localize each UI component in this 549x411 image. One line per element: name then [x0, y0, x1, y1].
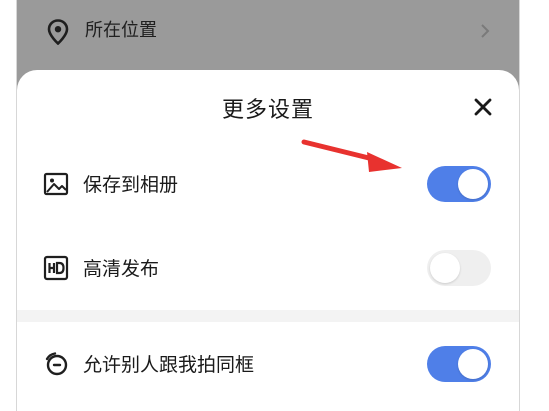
location-row[interactable]: 所在位置 [17, 0, 519, 60]
toggle-knob [458, 169, 488, 199]
hd-publish-toggle[interactable] [427, 250, 491, 286]
section-divider [17, 310, 519, 322]
chevron-right-icon [481, 24, 490, 38]
option-save-to-album: 保存到相册 [17, 153, 519, 213]
toggle-knob [430, 253, 460, 283]
option-label: 保存到相册 [83, 174, 179, 196]
phone-screen: 所在位置 更多设置 保存到相册 高清发布 允许别人跟我拍同框 [17, 0, 519, 411]
option-label: 高清发布 [83, 258, 160, 280]
sheet-title: 更多设置 [221, 98, 314, 123]
image-icon [43, 172, 69, 196]
duet-icon [45, 352, 68, 376]
option-hd-publish: 高清发布 [17, 237, 519, 297]
hd-icon [43, 255, 69, 281]
save-to-album-toggle[interactable] [427, 166, 491, 202]
allow-duet-toggle[interactable] [427, 346, 491, 382]
location-label: 所在位置 [85, 20, 157, 41]
location-pin-icon [47, 19, 69, 45]
toggle-knob [458, 349, 488, 379]
more-settings-sheet: 更多设置 保存到相册 高清发布 允许别人跟我拍同框 [17, 70, 519, 411]
option-allow-duet: 允许别人跟我拍同框 [17, 333, 519, 393]
close-icon[interactable] [471, 95, 495, 119]
frame-border-right [519, 0, 520, 411]
option-label: 允许别人跟我拍同框 [83, 354, 255, 376]
